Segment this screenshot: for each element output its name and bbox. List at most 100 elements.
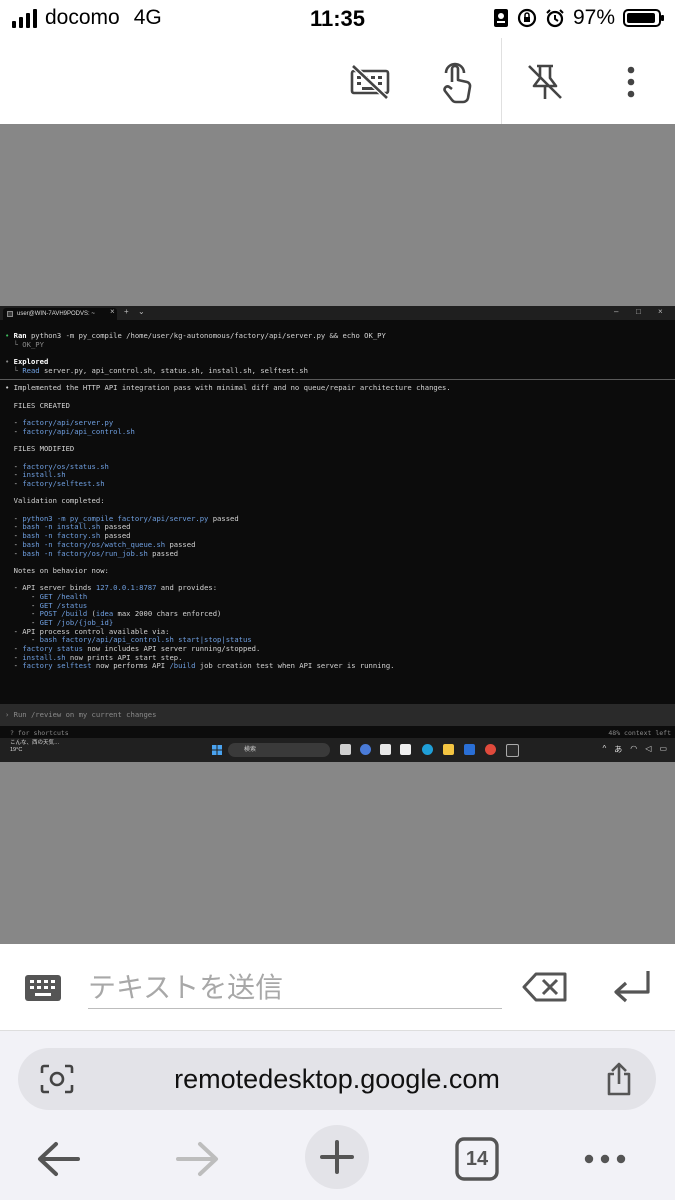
forward-button[interactable]	[174, 1129, 222, 1189]
terminal-text: bash factory/api/api_control.sh start|st…	[39, 635, 252, 645]
keyboard-off-button[interactable]	[348, 60, 392, 104]
enter-icon	[614, 971, 650, 1003]
shortcuts-hint: ? for shortcuts	[10, 729, 69, 737]
edge-icon[interactable]	[422, 744, 433, 755]
terminal-text: factory/api/api_control.sh	[22, 426, 135, 436]
wifi-icon[interactable]: ◠	[630, 744, 637, 755]
send-text-field[interactable]: テキストを送信	[88, 966, 502, 1009]
terminal-tab[interactable]: user@WIN-7AVH9PODVS: ~	[3, 308, 117, 320]
store-icon[interactable]	[464, 744, 475, 755]
more-menu-button[interactable]	[609, 60, 653, 104]
terminal-taskbar-icon[interactable]	[506, 744, 519, 757]
keyboard-off-icon	[350, 64, 390, 100]
terminal-text: python3 -m py_compile factory/api/server…	[22, 513, 209, 523]
terminal-text: (	[87, 609, 96, 619]
terminal-text: passed	[100, 522, 131, 532]
terminal-text: -	[5, 461, 23, 471]
tab-dropdown-icon[interactable]: ⌄	[138, 307, 145, 316]
remote-desktop-canvas[interactable]: user@WIN-7AVH9PODVS: ~ × + ⌄ – □ × • Ran…	[0, 124, 675, 944]
windows-taskbar: こんな、西の天気… 19°C 検索 ^ あ ◠ ◁ ▭	[0, 738, 675, 762]
terminal-text: -	[5, 661, 23, 671]
backspace-icon	[522, 972, 567, 1002]
tray-chevron-icon[interactable]: ^	[603, 744, 607, 755]
terminal-line: FILES MODIFIED	[5, 444, 670, 454]
tab-count: 14	[465, 1148, 489, 1170]
chrome-icon[interactable]	[485, 744, 496, 755]
terminal-text: -	[5, 470, 23, 480]
unpin-toolbar-button[interactable]	[523, 60, 567, 104]
ime-icon[interactable]: あ	[614, 744, 622, 755]
volume-icon[interactable]: ◁	[645, 744, 651, 755]
terminal-text: - API process control available via:	[5, 626, 170, 636]
more-options-button[interactable]	[581, 1129, 629, 1189]
touch-mode-button[interactable]	[434, 60, 478, 104]
terminal-text: install.sh	[22, 652, 66, 662]
terminal-line: - install.sh	[5, 470, 670, 480]
backspace-button[interactable]	[522, 972, 568, 1007]
address-bar[interactable]: remotedesktop.google.com	[18, 1048, 656, 1110]
keyboard-button[interactable]	[24, 974, 62, 1007]
battery-tray-icon[interactable]: ▭	[659, 744, 667, 755]
tabs-button[interactable]: 14	[455, 1129, 499, 1189]
task-view-icon[interactable]	[340, 744, 351, 755]
maximize-icon[interactable]: □	[636, 307, 641, 316]
terminal-text: └ OK_PY	[5, 339, 44, 349]
terminal-text: POST /build	[39, 609, 88, 619]
window-close-icon[interactable]: ×	[658, 307, 663, 316]
app-icon[interactable]	[400, 744, 411, 755]
tab-close-icon[interactable]: ×	[110, 307, 115, 316]
weather-text: こんな、西の天気…	[10, 740, 60, 746]
terminal-line: └ Read server.py, api_control.sh, status…	[5, 365, 670, 376]
plus-icon	[320, 1140, 354, 1174]
battery-percent: 97%	[572, 6, 615, 29]
terminal-text: idea	[95, 609, 114, 619]
terminal-text: -	[5, 652, 23, 662]
unpin-icon	[528, 64, 562, 99]
remote-screen[interactable]: user@WIN-7AVH9PODVS: ~ × + ⌄ – □ × • Ran…	[0, 306, 675, 762]
terminal-text: /build	[169, 661, 196, 671]
enter-button[interactable]	[610, 968, 652, 1013]
send-text-placeholder: テキストを送信	[88, 972, 284, 1003]
share-button[interactable]	[604, 1062, 634, 1101]
terminal-text: • Implemented the HTTP API integration p…	[5, 383, 451, 393]
terminal-text: -	[5, 609, 40, 619]
terminal-text: FILES MODIFIED	[5, 444, 75, 454]
url-text: remotedesktop.google.com	[174, 1064, 500, 1094]
back-button[interactable]	[34, 1129, 82, 1189]
terminal-text: GET /job/{job_id}	[39, 618, 114, 627]
browser-bottom-bar: remotedesktop.google.com 14	[0, 1030, 675, 1200]
terminal-text: passed	[208, 513, 239, 523]
widgets-icon[interactable]	[380, 744, 391, 755]
new-tab-button[interactable]	[305, 1125, 369, 1189]
terminal-text: -	[5, 513, 23, 523]
new-tab-icon[interactable]: +	[124, 307, 129, 316]
terminal-line: - GET /health	[5, 591, 670, 602]
windows-start-icon[interactable]	[212, 745, 222, 755]
file-explorer-icon[interactable]	[443, 744, 454, 755]
terminal-text: Ran	[13, 331, 31, 340]
weather-temp: 19°C	[10, 747, 23, 753]
terminal-text: •	[5, 331, 14, 340]
terminal-text: passed	[147, 548, 179, 558]
battery-icon	[623, 9, 664, 27]
context-left: 48% context left	[608, 729, 671, 737]
terminal-text: factory selftest	[22, 661, 92, 671]
weather-widget[interactable]: こんな、西の天気… 19°C	[10, 740, 60, 754]
terminal-text: └	[5, 365, 23, 375]
terminal-text: 127.0.0.1:8787	[95, 583, 157, 593]
alarm-icon	[546, 9, 564, 28]
terminal-text: -	[5, 426, 23, 436]
terminal-text: -	[5, 539, 23, 549]
terminal-separator	[0, 379, 675, 381]
terminal-text: GET /health	[39, 591, 88, 601]
terminal-line: Notes on behavior now:	[5, 566, 670, 576]
terminal-text: factory/selftest.sh	[22, 479, 105, 488]
terminal-line: └ OK_PY	[5, 339, 670, 350]
minimize-icon[interactable]: –	[614, 307, 618, 316]
taskbar-search[interactable]: 検索	[228, 743, 330, 757]
terminal-tab-icon	[7, 311, 13, 317]
codex-prompt-input[interactable]: › Run /review on my current changes	[0, 704, 675, 726]
chat-icon[interactable]	[360, 744, 371, 755]
remote-desktop-toolbar	[0, 38, 675, 124]
terminal-text: now prints API start step.	[65, 652, 183, 662]
